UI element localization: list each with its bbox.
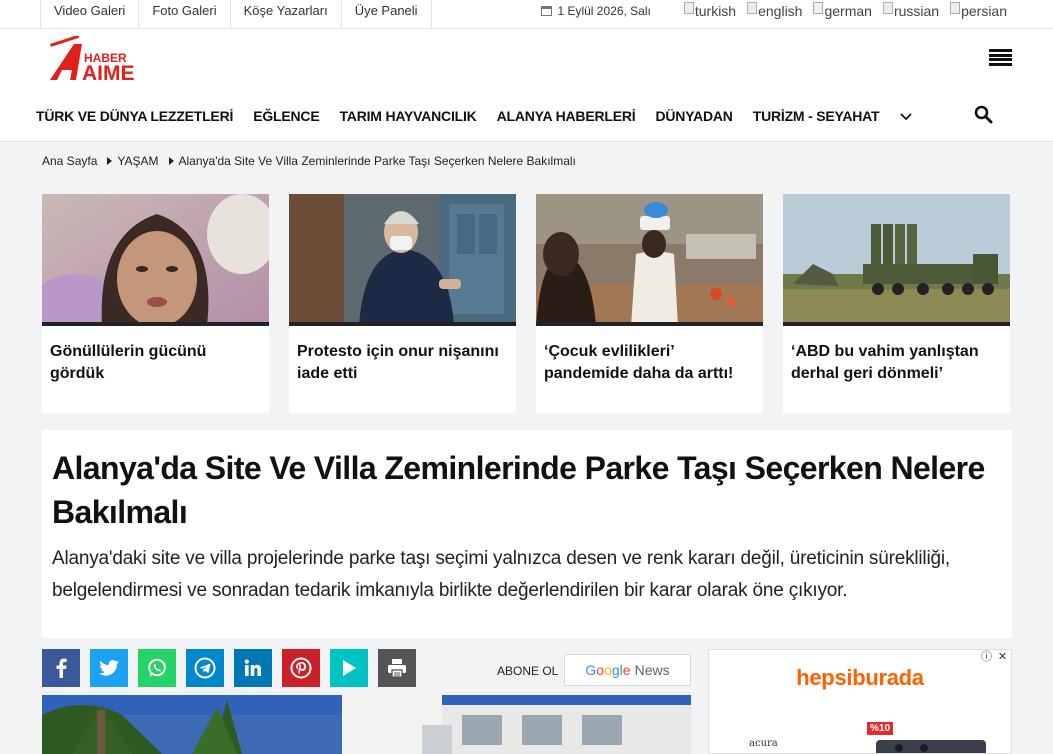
share-buttons	[42, 649, 416, 687]
article-header: Alanya'da Site Ve Villa Zeminlerinde Par…	[42, 430, 1012, 638]
linkedin-icon	[244, 659, 261, 676]
site-logo[interactable]: HABER AIME	[48, 36, 173, 84]
date-display: 1 Eylül 2026, Salı	[541, 4, 651, 18]
ad-discount-badge: %10	[867, 722, 894, 735]
subscribe-label: ABONE OL	[497, 664, 559, 678]
news-card[interactable]: Protesto için onur nişanını iade etti	[289, 194, 516, 413]
google-news-button[interactable]: Go o g l e News	[564, 654, 691, 686]
menu-hamburger-icon[interactable]	[989, 49, 1012, 66]
ad-product-image	[876, 740, 986, 753]
news-card-title[interactable]: Protesto için onur nişanını iade etti	[297, 341, 508, 385]
advertisement[interactable]: ⓘ ✕ hepsiburada %10 acura	[708, 649, 1012, 754]
facebook-icon	[56, 658, 67, 678]
pinterest-share-button[interactable]	[282, 649, 320, 687]
flipboard-icon	[343, 660, 356, 676]
lang-english[interactable]: english	[747, 1, 802, 19]
nav-item-alanya-haberleri[interactable]: ALANYA HABERLERİ	[497, 108, 636, 124]
nav-item-turk-ve-dunya-lezzetleri[interactable]: TÜRK VE DÜNYA LEZZETLERİ	[36, 108, 233, 124]
broken-image-icon	[813, 1, 824, 14]
top-bar: Video Galeri Foto Galeri Köşe Yazarları …	[0, 0, 1053, 29]
caret-right-icon	[168, 157, 174, 165]
news-card-title[interactable]: ‘ABD bu vahim yanlıştan derhal geri dönm…	[791, 341, 1002, 385]
news-card-title[interactable]: ‘Çocuk evlilikleri’ pandemide daha da ar…	[544, 341, 755, 385]
lang-german[interactable]: german	[813, 1, 872, 19]
lang-russian[interactable]: russian	[882, 1, 939, 19]
nav-item-turizm-seyahat[interactable]: TURİZM - SEYAHAT	[753, 108, 880, 124]
chevron-down-icon[interactable]	[899, 110, 913, 124]
twitter-share-button[interactable]	[90, 649, 128, 687]
broken-image-icon	[882, 1, 893, 14]
telegram-share-button[interactable]	[186, 649, 224, 687]
top-right: 1 Eylül 2026, Salı turkish english germa…	[541, 0, 1007, 22]
top-links: Video Galeri Foto Galeri Köşe Yazarları …	[40, 0, 432, 28]
twitter-icon	[99, 660, 119, 676]
pinterest-icon	[290, 657, 312, 679]
news-card-image	[536, 194, 763, 326]
news-card-title[interactable]: Gönüllülerin gücünü gördük	[50, 341, 261, 385]
search-icon[interactable]	[974, 105, 993, 124]
broken-image-icon	[683, 1, 694, 14]
news-card-image	[289, 194, 516, 326]
telegram-icon	[194, 657, 216, 679]
article-title: Alanya'da Site Ve Villa Zeminlerinde Par…	[52, 450, 985, 530]
breadcrumb-home[interactable]: Ana Sayfa	[42, 154, 97, 168]
facebook-share-button[interactable]	[42, 649, 80, 687]
news-card[interactable]: ‘Çocuk evlilikleri’ pandemide daha da ar…	[536, 194, 763, 413]
flipboard-share-button[interactable]	[330, 649, 368, 687]
whatsapp-icon	[148, 658, 166, 677]
article-summary: Alanya'daki site ve villa projelerinde p…	[52, 548, 950, 601]
print-icon	[388, 659, 406, 678]
whatsapp-share-button[interactable]	[138, 649, 176, 687]
lang-persian[interactable]: persian	[950, 1, 1007, 19]
caret-right-icon	[107, 157, 113, 165]
main-nav: TÜRK VE DÜNYA LEZZETLERİ EĞLENCE TARIM H…	[36, 106, 913, 126]
ad-brand[interactable]: hepsiburada	[709, 665, 1011, 691]
ad-close-icon[interactable]: ✕	[996, 651, 1009, 664]
ad-info-icon[interactable]: ⓘ	[980, 651, 993, 664]
news-card[interactable]: Gönüllülerin gücünü gördük	[42, 194, 269, 413]
top-link-kose-yazarlari[interactable]: Köşe Yazarları	[229, 0, 341, 28]
news-card-image	[42, 194, 269, 326]
breadcrumb-current: Alanya'da Site Ve Villa Zeminlerinde Par…	[178, 154, 576, 168]
lang-turkish[interactable]: turkish	[683, 1, 736, 19]
broken-image-icon	[747, 1, 758, 14]
news-card-image	[783, 194, 1010, 326]
article-image	[42, 695, 691, 754]
top-link-uye-paneli[interactable]: Üye Paneli	[340, 0, 432, 28]
logo-text-big: AIME	[82, 62, 135, 84]
print-button[interactable]	[378, 649, 416, 687]
breadcrumb-category[interactable]: YAŞAM	[117, 154, 158, 168]
ad-controls: ⓘ ✕	[980, 651, 1009, 664]
nav-item-tarim-hayvancilik[interactable]: TARIM HAYVANCILIK	[339, 108, 476, 124]
linkedin-share-button[interactable]	[234, 649, 272, 687]
top-link-video-galeri[interactable]: Video Galeri	[40, 0, 138, 28]
site-header: HABER AIME TÜRK VE DÜNYA LEZZETLERİ EĞLE…	[0, 29, 1053, 142]
nav-item-eglence[interactable]: EĞLENCE	[253, 108, 319, 124]
breadcrumb: Ana Sayfa YAŞAM Alanya'da Site Ve Villa …	[42, 154, 576, 168]
date-text: 1 Eylül 2026, Salı	[557, 4, 651, 18]
nav-item-dunyadan[interactable]: DÜNYADAN	[655, 108, 732, 124]
top-link-foto-galeri[interactable]: Foto Galeri	[138, 0, 229, 28]
news-card[interactable]: ‘ABD bu vahim yanlıştan derhal geri dönm…	[783, 194, 1010, 413]
calendar-icon	[541, 6, 553, 16]
related-news-cards: Gönüllülerin gücünü gördük Protesto için…	[42, 194, 1010, 413]
broken-image-icon	[950, 1, 961, 14]
ad-product-logo: acura	[749, 738, 778, 749]
